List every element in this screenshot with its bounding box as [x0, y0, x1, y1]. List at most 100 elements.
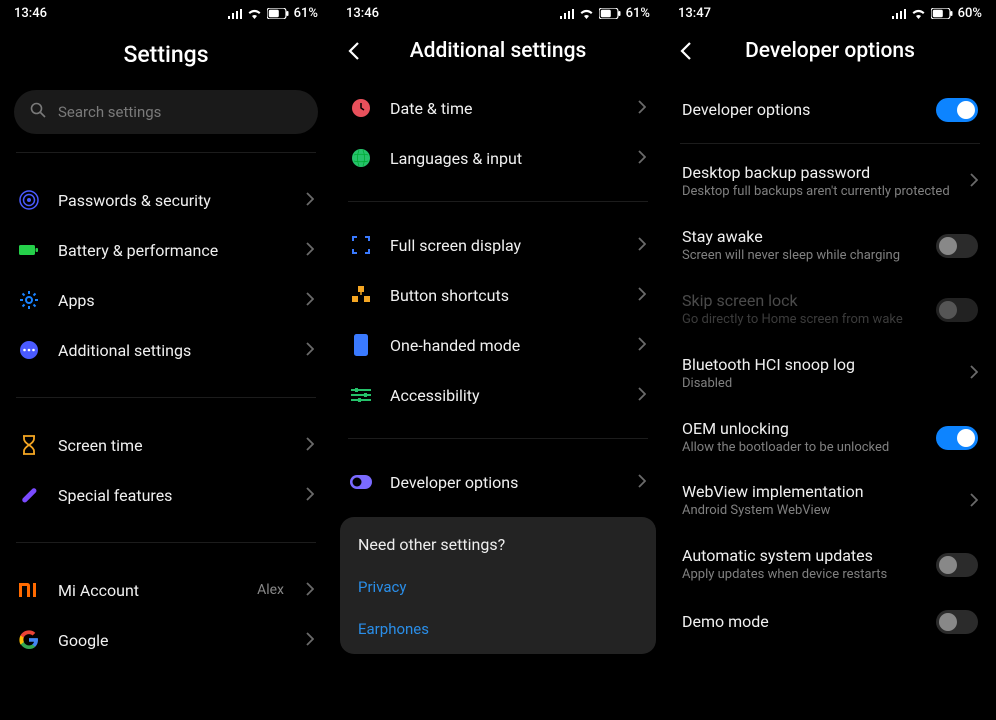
battery-percent: 61% [294, 6, 318, 21]
status-bar: 13:46 61% [332, 0, 664, 25]
row-primary: Automatic system updates [682, 546, 922, 565]
item-label: Google [58, 631, 288, 650]
item-label: Apps [58, 291, 288, 310]
item-label: Additional settings [58, 341, 288, 360]
page-title: Settings [0, 25, 332, 90]
item-developer-options[interactable]: Developer options [332, 457, 664, 507]
page-title: Additional settings [372, 39, 624, 63]
row-webview[interactable]: WebView implementation Android System We… [664, 469, 996, 533]
toggle-switch [936, 298, 978, 322]
row-stay-awake[interactable]: Stay awake Screen will never sleep while… [664, 214, 996, 278]
page-title: Developer options [704, 39, 956, 63]
row-developer-options-toggle[interactable]: Developer options [664, 83, 996, 137]
battery-percent: 61% [626, 6, 650, 21]
search-icon [30, 102, 46, 122]
toggle-switch[interactable] [936, 234, 978, 258]
toggle-switch[interactable] [936, 610, 978, 634]
clock-icon [350, 97, 372, 119]
row-desktop-backup[interactable]: Desktop backup password Desktop full bac… [664, 150, 996, 214]
toggle-switch[interactable] [936, 98, 978, 122]
status-right: 60% [892, 6, 982, 21]
toggle-switch[interactable] [936, 426, 978, 450]
shortcuts-icon [350, 284, 372, 306]
battery-icon [599, 8, 621, 19]
row-secondary: Go directly to Home screen from wake [682, 312, 922, 329]
item-value: Alex [257, 582, 284, 598]
fullscreen-icon [350, 234, 372, 256]
gear-icon [18, 289, 40, 311]
item-battery-performance[interactable]: Battery & performance [0, 225, 332, 275]
row-primary: Desktop backup password [682, 163, 956, 182]
item-label: Date & time [390, 99, 620, 118]
row-bluetooth-snoop[interactable]: Bluetooth HCI snoop log Disabled [664, 342, 996, 406]
chevron-right-icon [970, 364, 978, 383]
row-secondary: Android System WebView [682, 503, 956, 520]
sliders-icon [350, 384, 372, 406]
title-row: Developer options [664, 25, 996, 83]
status-bar: 13:47 60% [664, 0, 996, 25]
row-demo-mode[interactable]: Demo mode [664, 597, 996, 647]
back-button[interactable] [680, 41, 704, 61]
battery-icon [267, 8, 289, 19]
row-oem-unlocking[interactable]: OEM unlocking Allow the bootloader to be… [664, 406, 996, 470]
row-secondary: Allow the bootloader to be unlocked [682, 440, 922, 457]
search-input[interactable]: Search settings [14, 90, 318, 134]
wifi-icon [911, 8, 926, 19]
item-label: Full screen display [390, 236, 620, 255]
item-google[interactable]: Google [0, 615, 332, 665]
search-placeholder: Search settings [58, 103, 161, 121]
signal-icon [892, 9, 906, 19]
item-label: Passwords & security [58, 191, 288, 210]
settings-panel: 13:46 61% Settings Search settings Passw… [0, 0, 332, 720]
mi-logo-icon [18, 579, 40, 601]
battery-icon [931, 8, 953, 19]
item-fullscreen-display[interactable]: Full screen display [332, 220, 664, 270]
wand-icon [18, 484, 40, 506]
chevron-right-icon [306, 341, 314, 360]
item-label: Mi Account [58, 581, 239, 600]
phone-icon [350, 334, 372, 356]
chevron-right-icon [638, 386, 646, 405]
wifi-icon [579, 8, 594, 19]
chevron-right-icon [306, 581, 314, 600]
item-languages-input[interactable]: Languages & input [332, 133, 664, 183]
item-passwords-security[interactable]: Passwords & security [0, 175, 332, 225]
item-special-features[interactable]: Special features [0, 470, 332, 520]
row-secondary: Desktop full backups aren't currently pr… [682, 184, 956, 201]
status-right: 61% [228, 6, 318, 21]
chevron-right-icon [638, 336, 646, 355]
card-title: Need other settings? [358, 535, 638, 554]
developer-options-panel: 13:47 60% Developer options Developer op… [664, 0, 996, 720]
status-right: 61% [560, 6, 650, 21]
status-bar: 13:46 61% [0, 0, 332, 25]
chevron-right-icon [638, 99, 646, 118]
battery-percent: 60% [958, 6, 982, 21]
status-time: 13:46 [14, 6, 47, 21]
row-auto-system-updates[interactable]: Automatic system updates Apply updates w… [664, 533, 996, 597]
title-row: Additional settings [332, 25, 664, 83]
chevron-right-icon [306, 631, 314, 650]
item-date-time[interactable]: Date & time [332, 83, 664, 133]
item-accessibility[interactable]: Accessibility [332, 370, 664, 420]
item-apps[interactable]: Apps [0, 275, 332, 325]
item-additional-settings[interactable]: Additional settings [0, 325, 332, 375]
more-icon [18, 339, 40, 361]
wifi-icon [247, 8, 262, 19]
globe-icon [350, 147, 372, 169]
hourglass-icon [18, 434, 40, 456]
chevron-right-icon [306, 191, 314, 210]
signal-icon [560, 9, 574, 19]
chevron-right-icon [306, 291, 314, 310]
divider [680, 143, 980, 144]
link-privacy[interactable]: Privacy [358, 572, 638, 614]
chevron-right-icon [306, 241, 314, 260]
toggle-switch[interactable] [936, 553, 978, 577]
item-label: Developer options [390, 473, 620, 492]
item-mi-account[interactable]: Mi Account Alex [0, 565, 332, 615]
row-primary: OEM unlocking [682, 419, 922, 438]
back-button[interactable] [348, 41, 372, 61]
item-screen-time[interactable]: Screen time [0, 420, 332, 470]
item-one-handed-mode[interactable]: One-handed mode [332, 320, 664, 370]
link-earphones[interactable]: Earphones [358, 614, 638, 640]
item-button-shortcuts[interactable]: Button shortcuts [332, 270, 664, 320]
